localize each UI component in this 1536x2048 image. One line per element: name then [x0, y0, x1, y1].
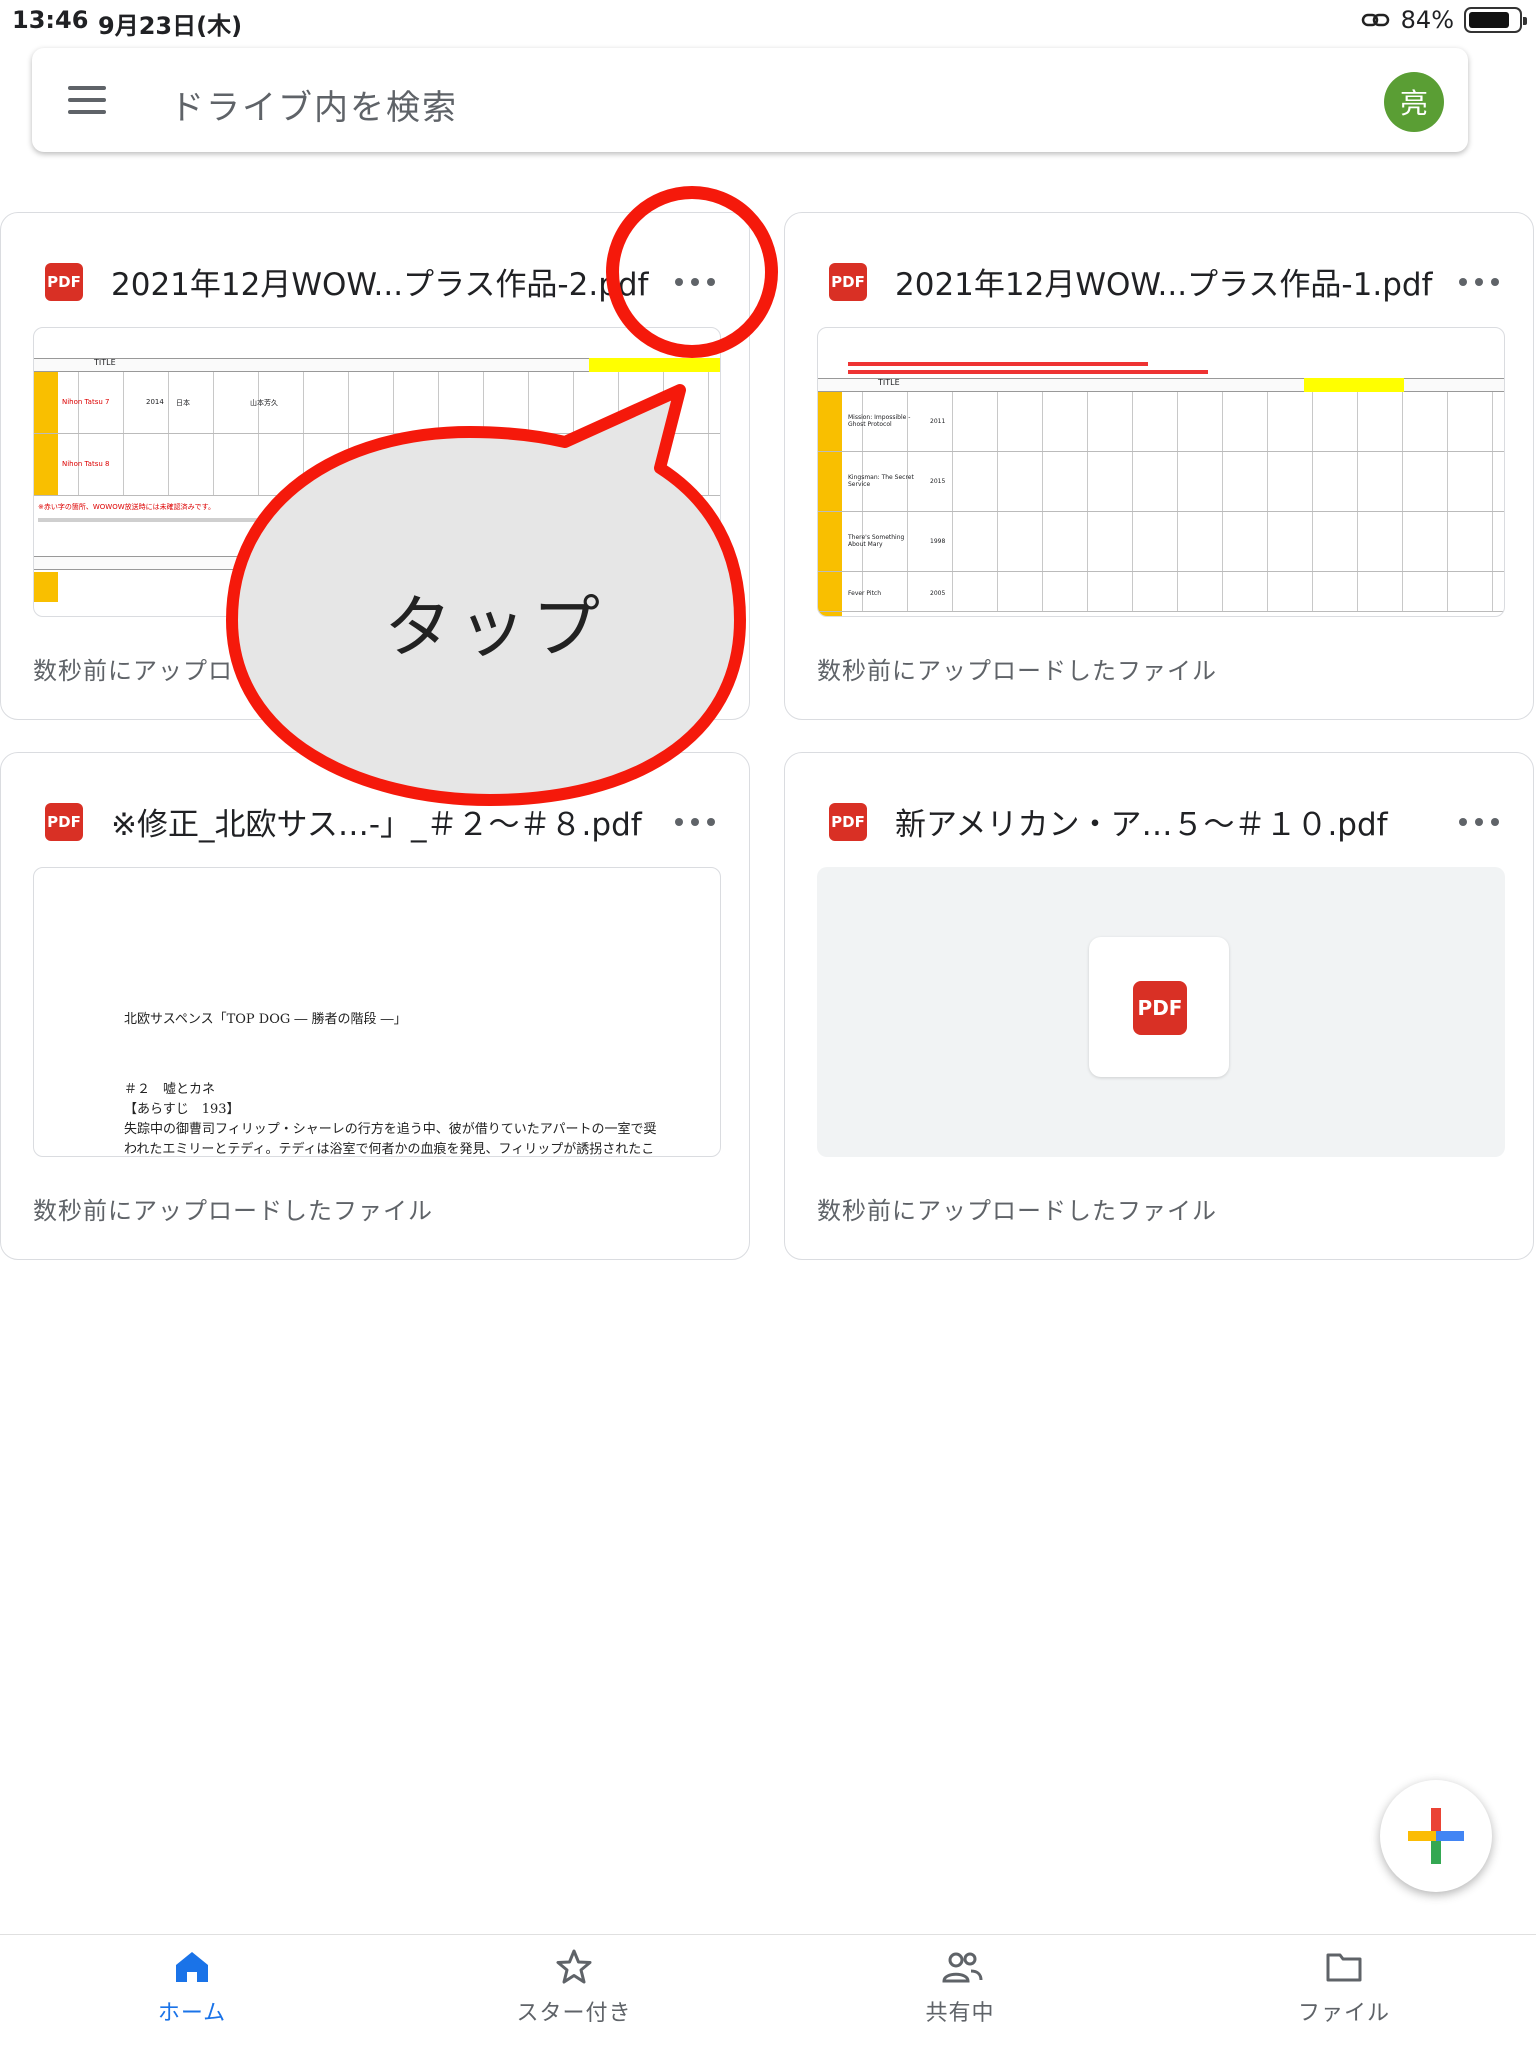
thumb-text: 2005: [930, 590, 946, 597]
nav-label: スター付き: [516, 2001, 632, 2026]
battery-fill: [1469, 12, 1510, 28]
pdf-icon: PDF: [45, 803, 83, 841]
pdf-icon: PDF: [45, 263, 83, 301]
file-title[interactable]: 2021年12月WOW...プラス作品-2.pdf: [111, 259, 671, 304]
nav-item-shared[interactable]: 共有中: [860, 1947, 1060, 2027]
file-title[interactable]: 2021年12月WOW...プラス作品-1.pdf: [895, 259, 1455, 304]
file-caption: 数秒前にアップロードしたファイル: [33, 1197, 433, 1225]
thumb-text: Nihon Tatsu 7: [62, 398, 110, 406]
nav-item-starred[interactable]: スター付き: [474, 1947, 674, 2027]
folder-icon: [1324, 1947, 1364, 1987]
thumb-text: Fever Pitch: [848, 590, 882, 597]
file-caption: 数秒前にアップロードしたファイル: [817, 1197, 1217, 1225]
status-date: 9月23日(木): [98, 12, 243, 40]
nav-item-files[interactable]: ファイル: [1244, 1947, 1444, 2027]
thumb-text: There's Something About Mary: [848, 534, 905, 548]
new-button[interactable]: [1380, 1780, 1492, 1892]
thumb-text: 日本: [176, 399, 190, 407]
callout-text: タップ: [384, 589, 607, 668]
thumb-text: Nihon Tatsu 8: [62, 460, 110, 468]
people-icon: [940, 1947, 983, 1987]
search-bar[interactable]: ドライブ内を検索 亮: [32, 48, 1468, 152]
thumb-text: Mission: Impossible - Ghost Protocol: [848, 414, 911, 428]
link-icon: [1361, 13, 1389, 27]
pdf-large-icon: PDF: [1133, 981, 1187, 1035]
doc-text: われたエミリーとテディ。テディは浴室で何者かの血痕を発見、フィリップが誘拐された…: [124, 1142, 655, 1157]
star-icon: [554, 1947, 594, 1987]
file-caption: 数秒前にアップロードしたファイル: [817, 657, 1217, 685]
nav-label: 共有中: [925, 2001, 995, 2026]
search-input[interactable]: ドライブ内を検索: [170, 80, 458, 129]
status-bar: 13:46 9月23日(木) 84%: [0, 0, 1536, 40]
doc-text: 失踪中の御曹司フィリップ・シャーレの行方を追う中、彼が借りていたアパートの一室で…: [124, 1122, 657, 1137]
battery-icon: [1464, 7, 1527, 33]
pdf-icon: PDF: [829, 263, 867, 301]
thumb-text: 2011: [930, 418, 946, 425]
more-options-icon[interactable]: [1459, 275, 1499, 289]
thumb-text: 2015: [930, 478, 946, 485]
drive-screen: 13:46 9月23日(木) 84% ドライブ内を検索 亮 PDF 2021年1…: [0, 0, 1536, 2048]
thumb-text: TITLE: [94, 358, 116, 367]
file-card[interactable]: PDF 新アメリカン・ア…５～＃１０.pdf PDF 数秒前にアップロードしたフ…: [784, 752, 1534, 1260]
doc-text: 【あらすじ 193】: [124, 1102, 240, 1117]
doc-text: 北欧サスペンス「TOP DOG ― 勝者の階段 ―」: [124, 1012, 407, 1027]
more-options-icon[interactable]: [1459, 815, 1499, 829]
nav-label: ファイル: [1297, 2001, 1390, 2026]
menu-icon[interactable]: [68, 86, 106, 114]
thumb-text: 1998: [930, 538, 946, 545]
file-thumbnail[interactable]: PDF: [817, 867, 1505, 1157]
home-icon: [172, 1947, 212, 1987]
nav-label: ホーム: [157, 2001, 227, 2026]
file-thumbnail[interactable]: TITLE Mission: Impossible - Ghost Protoc…: [817, 327, 1505, 617]
file-card[interactable]: PDF ※修正_北欧サス…-」_＃２～＃８.pdf 北欧サスペンス「TOP DO…: [0, 752, 750, 1260]
file-title[interactable]: 新アメリカン・ア…５～＃１０.pdf: [895, 799, 1455, 844]
status-right: 84%: [1361, 6, 1527, 34]
pdf-icon: PDF: [829, 803, 867, 841]
thumb-text: Kingsman: The Secret Service: [848, 474, 914, 488]
thumb-text: ※赤い字の箇所、WOWOW放送時には未確認済みです。: [38, 503, 215, 511]
doc-text: ＃２ 嘘とカネ: [124, 1082, 216, 1097]
bottom-nav: ホーム スター付き 共有中 ファイル: [0, 1934, 1536, 2048]
file-card[interactable]: PDF 2021年12月WOW...プラス作品-1.pdf TITLE Miss…: [784, 212, 1534, 720]
battery-percent: 84%: [1400, 6, 1454, 34]
thumb-text: TITLE: [878, 378, 900, 387]
nav-item-home[interactable]: ホーム: [92, 1947, 292, 2027]
file-thumbnail[interactable]: 北欧サスペンス「TOP DOG ― 勝者の階段 ―」 ＃２ 嘘とカネ 【あらすじ…: [33, 867, 721, 1157]
pdf-preview-tile: PDF: [1089, 937, 1229, 1077]
avatar[interactable]: 亮: [1384, 72, 1444, 132]
status-time: 13:46: [12, 6, 89, 34]
annotation-circle: [606, 186, 778, 358]
thumb-text: 2014: [146, 398, 164, 406]
